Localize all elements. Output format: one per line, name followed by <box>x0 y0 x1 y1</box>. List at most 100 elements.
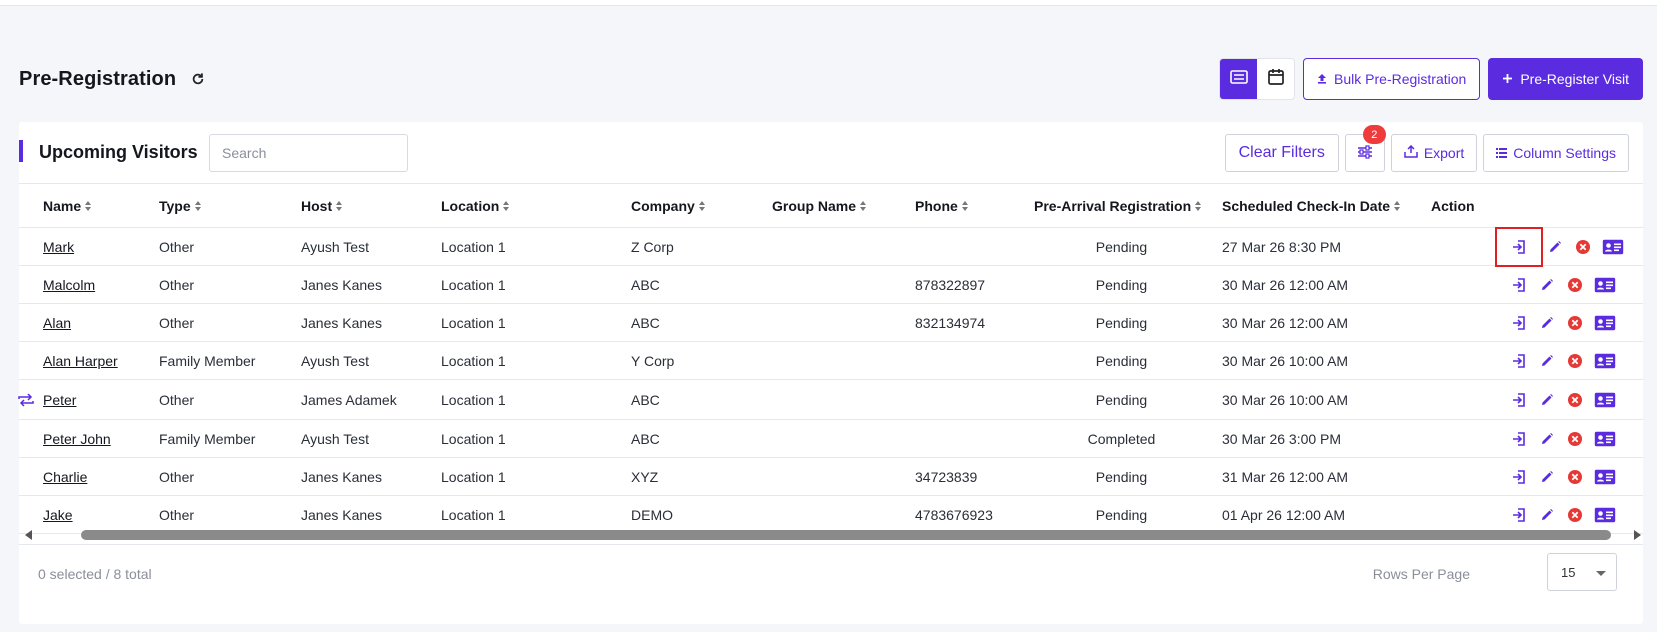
cell-host: Ayush Test <box>301 352 369 369</box>
edit-pencil-icon[interactable] <box>1545 237 1565 257</box>
column-label: Action <box>1431 198 1475 214</box>
table-row: Alan Other Janes Kanes Location 1 ABC 8321349… <box>19 304 1643 342</box>
visitor-badge-icon[interactable] <box>1593 313 1617 333</box>
column-settings-button[interactable]: Column Settings <box>1483 134 1629 172</box>
pre-register-visit-label: Pre-Register Visit <box>1520 71 1629 87</box>
edit-pencil-icon[interactable] <box>1537 467 1557 487</box>
visitor-name-link[interactable]: Peter John <box>43 420 111 457</box>
scroll-right-arrow-icon[interactable] <box>1634 530 1641 540</box>
cell-company: ABC <box>631 276 660 293</box>
cell-host: Janes Kanes <box>301 276 382 293</box>
row-actions <box>1509 304 1617 341</box>
check-in-icon[interactable] <box>1495 226 1543 267</box>
cell-host: James Adamek <box>301 391 397 408</box>
clear-filters-button[interactable]: Clear Filters <box>1224 134 1339 172</box>
column-label: Name <box>43 198 82 214</box>
edit-pencil-icon[interactable] <box>1537 351 1557 371</box>
column-header-scheduled-check-in-date[interactable]: Scheduled Check-In Date <box>1222 184 1401 228</box>
check-in-icon[interactable] <box>1509 351 1529 371</box>
cancel-icon[interactable] <box>1565 351 1585 371</box>
visitor-badge-icon[interactable] <box>1593 351 1617 371</box>
check-in-icon[interactable] <box>1509 467 1529 487</box>
search-input[interactable] <box>209 134 408 172</box>
visitor-name-link[interactable]: Alan Harper <box>43 342 118 379</box>
column-header-phone[interactable]: Phone <box>915 184 969 228</box>
visitors-table: Name Type Host Location Company Group Na… <box>18 184 1643 534</box>
cell-location: Location 1 <box>441 430 506 447</box>
cancel-icon[interactable] <box>1565 505 1585 525</box>
export-label: Export <box>1423 145 1465 161</box>
check-in-icon[interactable] <box>1509 505 1529 525</box>
visitors-card: Upcoming Visitors Clear Filters 2 Export <box>18 122 1643 624</box>
visitor-badge-icon[interactable] <box>1593 467 1617 487</box>
page-header: Pre-Registration Bulk Pre-Registration P… <box>19 58 1643 100</box>
row-actions <box>1509 420 1617 457</box>
edit-pencil-icon[interactable] <box>1537 313 1557 333</box>
column-header-action: Action <box>1431 184 1475 228</box>
refresh-icon[interactable] <box>190 71 206 87</box>
visitor-badge-icon[interactable] <box>1593 429 1617 449</box>
edit-pencil-icon[interactable] <box>1537 390 1557 410</box>
column-header-name[interactable]: Name <box>43 184 92 228</box>
column-label: Host <box>301 198 333 214</box>
visitor-name-link[interactable]: Mark <box>43 228 74 265</box>
visitor-badge-icon[interactable] <box>1601 237 1625 257</box>
cell-pre-arrival-status: Pending <box>1095 238 1148 255</box>
cell-type: Other <box>159 238 195 255</box>
visitor-badge-icon[interactable] <box>1593 275 1617 295</box>
cancel-icon[interactable] <box>1565 429 1585 449</box>
visitor-badge-icon[interactable] <box>1593 505 1617 525</box>
visitor-badge-icon[interactable] <box>1593 390 1617 410</box>
cancel-icon[interactable] <box>1565 275 1585 295</box>
check-in-icon[interactable] <box>1509 313 1529 333</box>
cell-phone: 878322897 <box>915 276 986 293</box>
filter-button[interactable]: 2 <box>1344 125 1386 172</box>
cancel-icon[interactable] <box>1573 237 1593 257</box>
edit-pencil-icon[interactable] <box>1537 505 1557 525</box>
cell-location: Location 1 <box>441 314 506 331</box>
check-in-icon[interactable] <box>1509 390 1529 410</box>
cell-location: Location 1 <box>441 352 506 369</box>
column-header-location[interactable]: Location <box>441 184 510 228</box>
cell-phone: 832134974 <box>915 314 986 331</box>
cell-host: Janes Kanes <box>301 314 382 331</box>
list-view-button[interactable] <box>1220 59 1258 99</box>
sort-icon <box>1195 201 1202 211</box>
chevron-down-icon <box>1596 571 1606 576</box>
column-header-group-name[interactable]: Group Name <box>772 184 867 228</box>
cell-scheduled-check-in: 30 Mar 26 10:00 AM <box>1222 391 1349 408</box>
calendar-view-button[interactable] <box>1257 59 1294 99</box>
sort-icon <box>503 201 510 211</box>
cancel-icon[interactable] <box>1565 390 1585 410</box>
column-label: Type <box>159 198 191 214</box>
edit-pencil-icon[interactable] <box>1537 275 1557 295</box>
column-header-type[interactable]: Type <box>159 184 202 228</box>
edit-pencil-icon[interactable] <box>1537 429 1557 449</box>
check-in-icon[interactable] <box>1509 275 1529 295</box>
export-button[interactable]: Export <box>1390 134 1478 172</box>
cell-type: Other <box>159 314 195 331</box>
top-bar <box>0 0 1657 6</box>
column-header-company[interactable]: Company <box>631 184 706 228</box>
sort-icon <box>336 201 343 211</box>
horizontal-scrollbar[interactable] <box>19 527 1643 545</box>
cell-company: ABC <box>631 314 660 331</box>
scrollbar-thumb[interactable] <box>81 530 1611 540</box>
bulk-pre-registration-button[interactable]: Bulk Pre-Registration <box>1303 58 1481 100</box>
scroll-left-arrow-icon[interactable] <box>25 530 32 540</box>
cancel-icon[interactable] <box>1565 467 1585 487</box>
rows-per-page-select[interactable]: 15 <box>1547 553 1617 591</box>
cancel-icon[interactable] <box>1565 313 1585 333</box>
cell-scheduled-check-in: 30 Mar 26 12:00 AM <box>1222 276 1349 293</box>
check-in-icon[interactable] <box>1509 429 1529 449</box>
visitor-name-link[interactable]: Charlie <box>43 458 87 495</box>
visitor-name-link[interactable]: Malcolm <box>43 266 95 303</box>
column-header-host[interactable]: Host <box>301 184 343 228</box>
bulk-pre-registration-label: Bulk Pre-Registration <box>1334 71 1467 87</box>
pre-register-visit-button[interactable]: Pre-Register Visit <box>1488 58 1643 100</box>
cell-company: Y Corp <box>631 352 675 369</box>
visitor-name-link[interactable]: Alan <box>43 304 71 341</box>
visitor-name-link[interactable]: Peter <box>43 380 76 419</box>
cell-location: Location 1 <box>441 238 506 255</box>
column-header-pre-arrival-registration[interactable]: Pre-Arrival Registration <box>1034 184 1202 228</box>
